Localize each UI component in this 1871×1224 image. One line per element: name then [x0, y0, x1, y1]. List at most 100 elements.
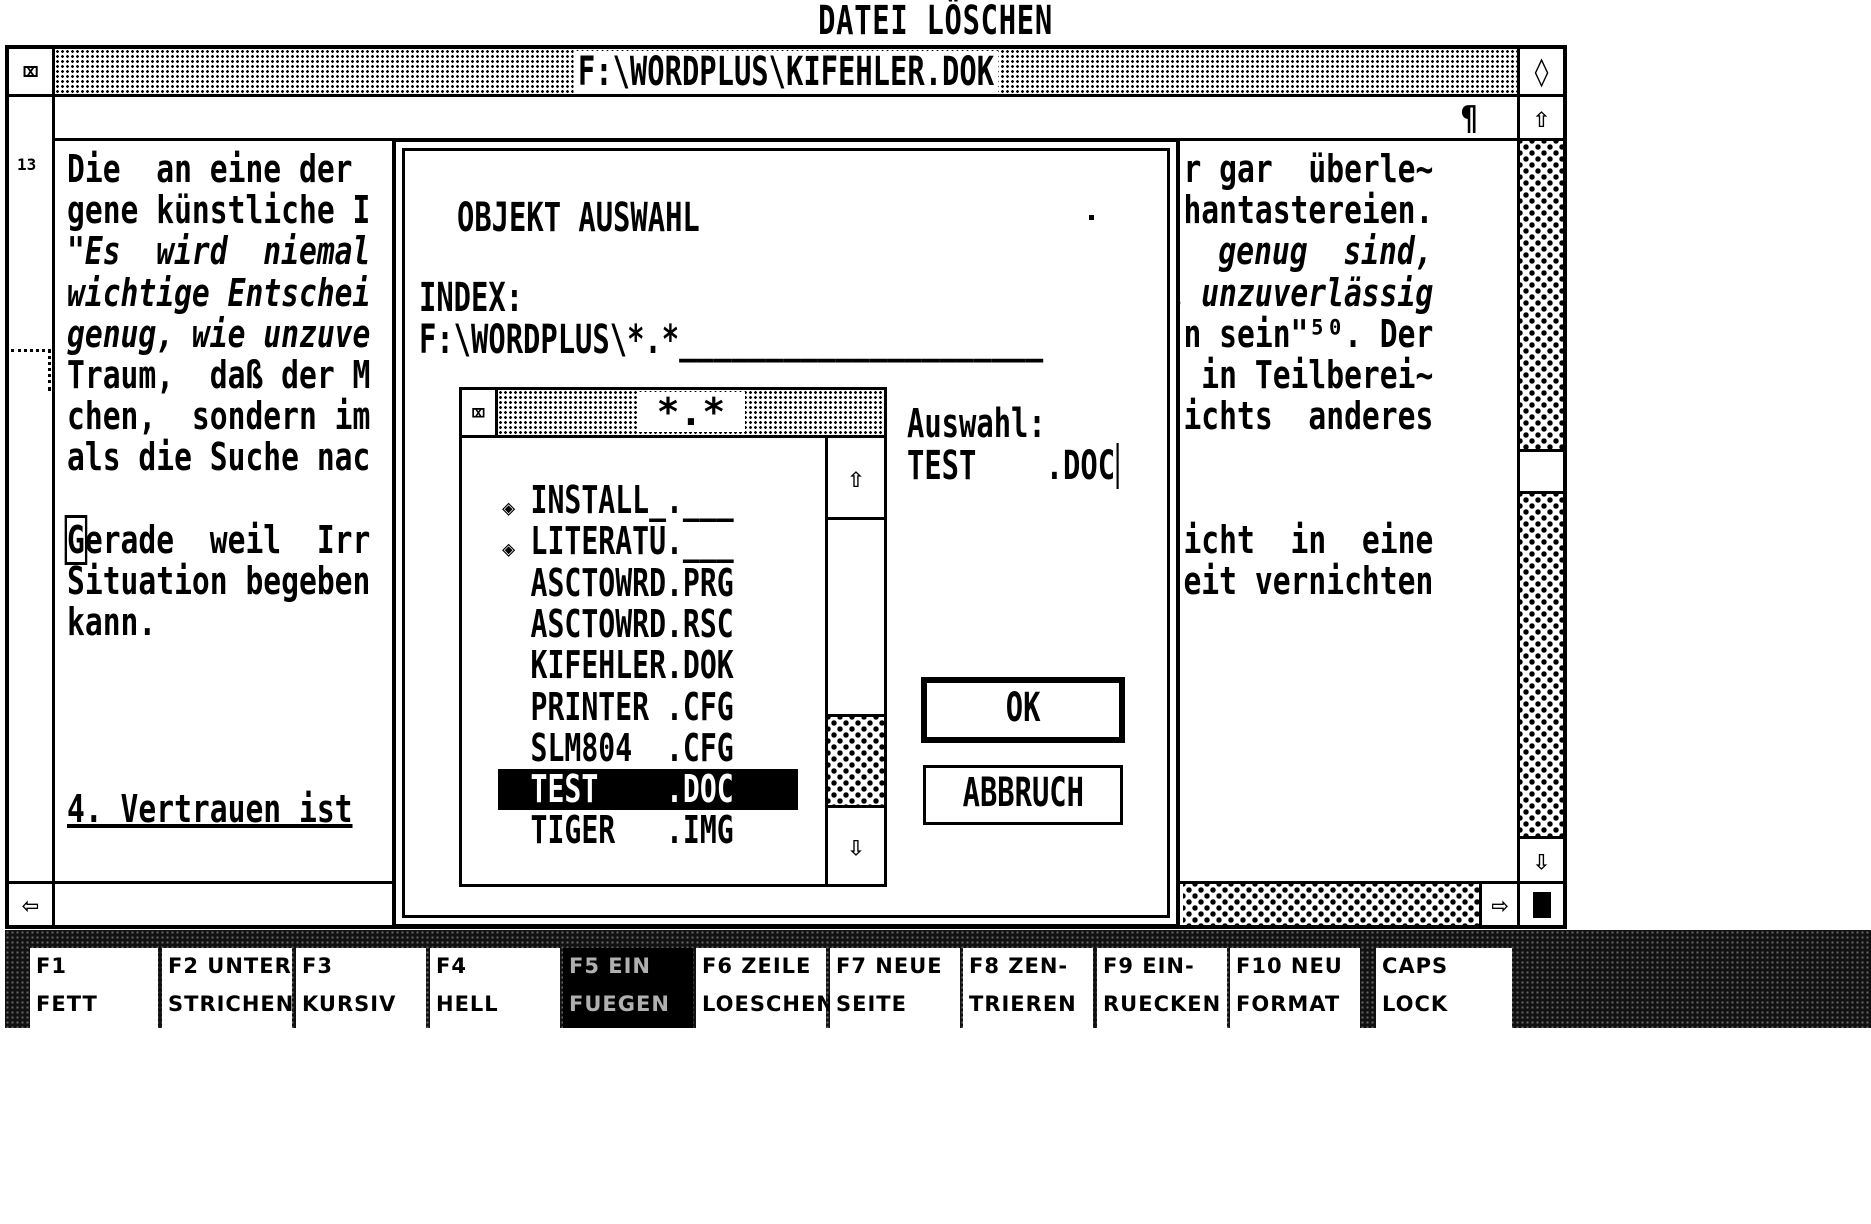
file-name: TIGER .IMG: [530, 808, 734, 853]
screen-title: DATEI LÖSCHEN: [818, 0, 1053, 44]
text-line: ichts anderes: [1183, 394, 1433, 439]
close-box-icon[interactable]: ⌧: [462, 390, 498, 435]
full-box-icon[interactable]: ◊: [1517, 49, 1563, 94]
file-item[interactable]: TIGER .IMG: [498, 810, 798, 851]
text-line: kann.: [67, 600, 157, 645]
file-item[interactable]: PRINTER .CFG: [498, 684, 798, 729]
function-key-f4[interactable]: F4 HELL: [430, 948, 560, 1028]
horizontal-scroll-track[interactable]: [1183, 884, 1479, 925]
function-key-line1: F10 NEU: [1236, 954, 1343, 978]
title-bar-drag-area[interactable]: F:\WORDPLUS\KIFEHLER.DOK: [55, 49, 1517, 94]
file-name: KIFEHLER.DOK: [530, 643, 734, 688]
line-number-margin: 13: [9, 97, 55, 881]
function-key-f3[interactable]: F3 KURSIV: [296, 948, 426, 1028]
selection-label: Auswahl:: [907, 401, 1046, 447]
ruler[interactable]: [....Δ....Δ....Δ....Δ....Δ....Δ....Δ....…: [55, 97, 1517, 141]
function-key-line2: FETT: [36, 992, 98, 1016]
file-list-title-strip[interactable]: *.*: [498, 390, 884, 435]
close-box-icon[interactable]: ⌧: [9, 49, 55, 94]
function-key-f9[interactable]: F9 EIN- RUECKEN: [1097, 948, 1227, 1028]
text-line: Die an eine der: [67, 147, 353, 191]
text-line: Situation begeben: [67, 559, 371, 603]
scroll-track[interactable]: [1520, 494, 1563, 836]
arrow-right-icon[interactable]: ⇨: [1479, 884, 1517, 925]
function-key-f1[interactable]: F1 FETT: [30, 948, 158, 1028]
selection-input[interactable]: TEST .DOC: [907, 443, 1119, 489]
folder-item[interactable]: ◈ LITERATU.___: [498, 519, 798, 564]
scroll-thumb[interactable]: [1520, 449, 1563, 494]
text-line: "Es wird niemal: [67, 229, 371, 274]
text-line: Traum, daß der M: [67, 353, 371, 397]
text-line: wichtige Entschei: [67, 270, 371, 315]
arrow-up-icon[interactable]: ⇧: [1520, 97, 1563, 141]
function-key-f5[interactable]: F5 EIN FUEGEN: [563, 948, 693, 1028]
function-key-f6[interactable]: F6 ZEILE LOESCHEN: [696, 948, 834, 1028]
text-line: Gerade weil Irr: [64, 514, 371, 565]
window-title-bar[interactable]: ⌧ F:\WORDPLUS\KIFEHLER.DOK ◊: [9, 49, 1563, 97]
vertical-scrollbar[interactable]: ⇧ ⇩: [1517, 97, 1563, 881]
function-key-line2: RUECKEN: [1103, 992, 1222, 1016]
section-heading: 4. Vertrauen ist: [67, 787, 353, 831]
ok-button[interactable]: OK: [921, 677, 1125, 743]
arrow-down-icon[interactable]: ⇩: [1520, 836, 1563, 881]
file-list-scrollbar[interactable]: ⇧ ⇩: [828, 438, 884, 884]
function-key-line1: F6 ZEILE: [702, 954, 812, 978]
text-line: als die Suche nac: [67, 435, 371, 480]
text-line: gene künstliche I: [67, 188, 371, 233]
size-box-icon[interactable]: [1517, 884, 1563, 925]
file-item[interactable]: ASCTOWRD.RSC: [498, 603, 798, 645]
function-key-line1: F7 NEUE: [836, 954, 943, 978]
text-cursor: G: [64, 514, 88, 565]
paragraph-mark-icon[interactable]: ¶: [1461, 97, 1478, 138]
dialog-inner-frame: OBJEKT AUSWAHL INDEX: F:\WORDPLUS\*.*___…: [402, 148, 1170, 918]
function-key-f8[interactable]: F8 ZEN- TRIEREN: [963, 948, 1093, 1028]
text-line: r gar überle~: [1183, 147, 1433, 191]
function-key-line2: FUEGEN: [569, 992, 670, 1016]
dialog-title: OBJEKT AUSWAHL: [457, 195, 700, 241]
cancel-button[interactable]: ABBRUCH: [923, 765, 1123, 825]
file-item[interactable]: SLM804 .CFG: [498, 725, 798, 770]
file-name: PRINTER .CFG: [530, 684, 734, 729]
cancel-button-label: ABBRUCH: [962, 770, 1084, 816]
file-name: TEST .DOC: [530, 767, 734, 812]
text-line: chen, sondern im: [67, 394, 371, 439]
folder-item[interactable]: ◈ INSTALL_.___: [498, 480, 798, 522]
index-path-blank[interactable]: _____________________: [679, 317, 1043, 363]
margin-marker: [11, 349, 51, 391]
function-key-line2: HELL: [436, 992, 499, 1016]
file-list-scroll-thumb[interactable]: [828, 520, 884, 717]
file-name: LITERATU.___: [530, 519, 734, 564]
function-key-line1: F4: [436, 954, 467, 978]
text-line: genug sind,: [1218, 229, 1433, 274]
file-name: SLM804 .CFG: [530, 725, 734, 770]
index-path-value[interactable]: F:\WORDPLUS\*.*: [419, 317, 679, 363]
file-item[interactable]: TEST .DOC: [498, 767, 798, 812]
function-key-line1: F5 EIN: [569, 954, 652, 978]
function-key-line1: F8 ZEN-: [969, 954, 1069, 978]
function-key-line2: TRIEREN: [969, 992, 1077, 1016]
ok-button-label: OK: [1005, 685, 1041, 731]
file-item[interactable]: ASCTOWRD.PRG: [498, 560, 798, 605]
arrow-down-icon[interactable]: ⇩: [828, 805, 884, 884]
file-item[interactable]: KIFEHLER.DOK: [498, 645, 798, 686]
function-key-f10[interactable]: F10 NEU FORMAT: [1230, 948, 1360, 1028]
text-line: l unzuverlässig: [1165, 270, 1433, 315]
text-line: n sein"⁵⁰. Der: [1183, 311, 1433, 356]
file-list[interactable]: ◈ INSTALL_.___ ◈ LITERATU.___ ASCTOWRD.PRG AS…: [462, 438, 828, 884]
dialog-dot: [1089, 215, 1094, 220]
index-path-field[interactable]: F:\WORDPLUS\*.*_____________________: [419, 317, 1043, 363]
file-filter[interactable]: *.*: [636, 392, 746, 432]
text-line: in Teilberei~: [1183, 353, 1433, 397]
scroll-track[interactable]: [1520, 141, 1563, 449]
file-list-title-bar[interactable]: ⌧ *.*: [462, 390, 884, 438]
file-list-scroll-track[interactable]: [828, 717, 884, 805]
text-line: hantastereien.: [1183, 188, 1433, 233]
function-key-f7[interactable]: F7 NEUE SEITE: [830, 948, 960, 1028]
function-key-bar: F1 FETT F2 UNTER STRICHEN F3 KURSIV F4 HELL F5 E…: [0, 930, 1871, 1224]
file-name: ASCTOWRD.PRG: [530, 560, 734, 605]
function-key-line2: LOCK: [1382, 992, 1449, 1016]
arrow-up-icon[interactable]: ⇧: [828, 438, 884, 520]
arrow-left-icon[interactable]: ⇦: [9, 884, 55, 925]
function-key-caps[interactable]: CAPS LOCK: [1376, 948, 1512, 1028]
function-key-f2[interactable]: F2 UNTER STRICHEN: [162, 948, 293, 1028]
